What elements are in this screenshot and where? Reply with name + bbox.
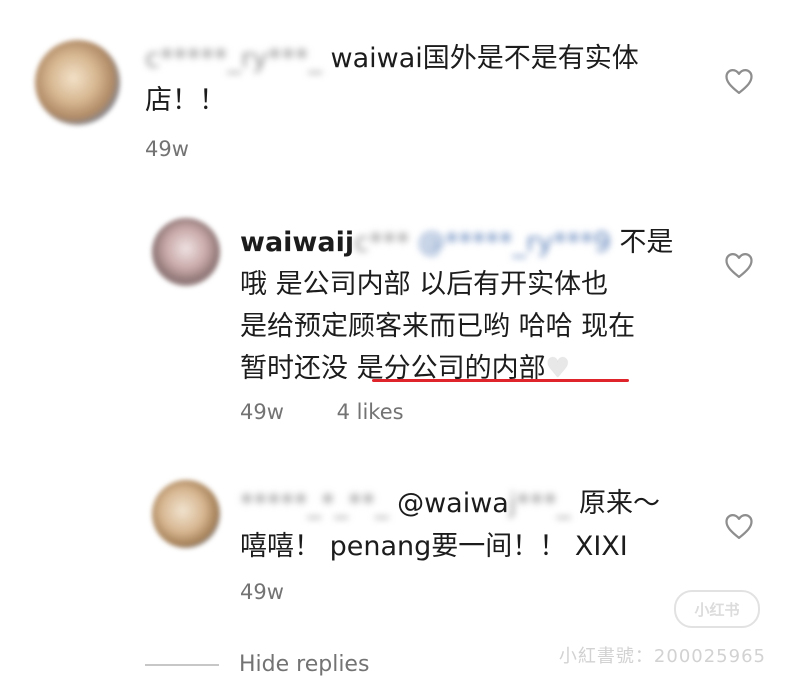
username[interactable]: waiwaij [240,227,354,258]
mention-link[interactable]: @waiwa [397,488,509,519]
comment-line: 原来～ [578,488,660,519]
avatar[interactable] [35,40,120,125]
comment-line: 不是 [619,227,674,258]
comment-text: waiwaijc*** @*****_ry***9 不是 [240,226,673,260]
hide-replies-label: Hide replies [239,652,370,677]
likes-count[interactable]: 4 likes [337,400,404,424]
heart-outline-icon[interactable] [724,512,754,540]
comment-meta: 49w 4 likes [240,400,450,424]
watermark-text: 小紅書號：200025965 [558,646,766,667]
comment-line: waiwai国外是不是有实体 [330,43,639,74]
timestamp: 49w [240,580,284,604]
hide-replies-button[interactable]: Hide replies [145,652,369,677]
comment-text: *****_*_**_ @waiwaj***_ 原来～ [240,487,660,521]
mention-blurred-part: j***_ [508,488,571,519]
avatar[interactable] [152,218,220,286]
comment-meta: 49w [145,137,235,161]
username-blurred[interactable]: *****_*_**_ [240,487,389,521]
avatar[interactable] [152,480,220,548]
mention-blurred[interactable]: @*****_ry***9 [418,226,611,260]
comment-text-line3: 是给预定顾客来而已哟 哈哈 现在 [240,311,636,342]
comment-text: c*****_ry***_ waiwai国外是不是有实体 [145,42,639,76]
timestamp: 49w [240,400,284,424]
heart-outline-icon[interactable] [724,251,754,279]
divider-line [145,663,219,666]
heart-outline-icon[interactable] [724,67,754,95]
comment-text-line2: 嘻嘻！ penang要一间！！ XIXI [240,531,628,562]
watermark-logo-text: 小红书 [694,600,740,619]
xiaohongshu-logo-watermark: 小红书 [674,590,760,628]
comment-text-line2: 店！！ [145,85,226,116]
username-blurred[interactable]: c*****_ry***_ [145,42,322,76]
username-blurred-part: c*** [354,227,410,258]
red-underline-annotation [372,379,629,382]
comment-line: 暂时还没 [240,353,348,384]
comment-text-line2: 哦 是公司内部 以后有开实体也 [240,269,609,300]
timestamp: 49w [145,137,189,161]
comment-meta: 49w [240,580,330,604]
